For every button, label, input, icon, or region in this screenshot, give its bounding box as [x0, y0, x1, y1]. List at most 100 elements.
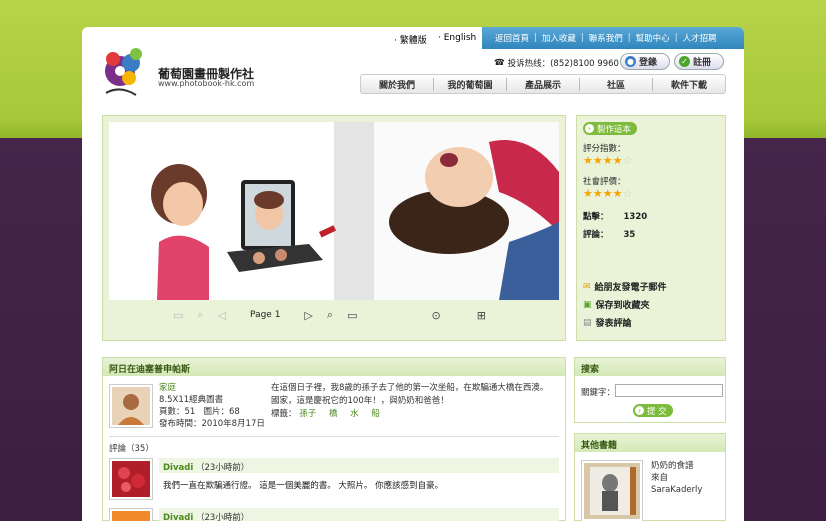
top-link-jobs[interactable]: 人才招聘 [678, 32, 722, 44]
lang-traditional[interactable]: 繁體版 [394, 33, 427, 46]
keyword-input[interactable] [615, 384, 723, 397]
tag-link[interactable]: 船 [371, 409, 380, 419]
top-link-home[interactable]: 返回首頁 [490, 32, 534, 44]
star-empty-icon: ☆ [622, 187, 633, 200]
top-link-contact[interactable]: 聯系我們 [584, 32, 628, 44]
arrow-icon: › [635, 406, 644, 415]
comment-text: 我們一直在欺騙通行證。 這是一個美麗的書。 大照片。 你應該感到自豪。 [163, 481, 444, 491]
top-link-favorite[interactable]: 加入收藏 [537, 32, 581, 44]
commenter-avatar[interactable] [109, 508, 153, 521]
arrow-icon: › [585, 124, 594, 133]
book-title[interactable]: 奶奶的食譜 [651, 460, 702, 472]
pager: ▭ ⌕ ◁ Page 1 ▷ ⌕ ▭ ⊙ ⊞ [173, 308, 486, 322]
book-author[interactable]: SaraKaderly [651, 484, 702, 496]
print-icon[interactable]: ▭ [173, 309, 183, 322]
clicks-value: 1320 [623, 212, 648, 222]
tags-label: 標籤： [271, 409, 297, 419]
divider [109, 436, 559, 437]
save-favorite-label: 保存到收藏夾 [595, 301, 650, 311]
hotline: ☎ 投诉热线：(852)8100 9960 [494, 57, 619, 69]
nav-about[interactable]: 關於我們 [361, 77, 434, 91]
comments-heading: 評論（35） [109, 444, 154, 454]
page-container: 繁體版 English 返回首頁| 加入收藏| 聯系我們| 幫助中心| 人才招聘… [82, 27, 744, 521]
book-from: 來自 [651, 473, 669, 483]
email-friend-label: 給朋友發電子郵件 [594, 283, 667, 293]
search-box: 搜索 關鍵字： › 提 交 [574, 357, 726, 423]
book-spread-image [109, 122, 559, 300]
email-friend-link[interactable]: ✉ 給朋友發電子郵件 [583, 280, 719, 294]
nav-products[interactable]: 產品展示 [507, 77, 580, 91]
book-viewer: ▭ ⌕ ◁ Page 1 ▷ ⌕ ▭ ⊙ ⊞ [102, 115, 566, 341]
next-page-icon[interactable]: ▷ [304, 309, 312, 322]
phone-icon: ☎ [494, 58, 505, 68]
rating-stars: ★★★★☆ [583, 154, 633, 167]
album-published: 發布時間：2010年8月17日 [159, 419, 265, 429]
envelope-icon: ✉ [583, 281, 591, 292]
post-comment-link[interactable]: ▤ 發表評論 [583, 316, 719, 330]
author-avatar[interactable] [109, 384, 153, 428]
comments-value: 35 [623, 230, 636, 240]
submit-label: 提 交 [647, 406, 667, 417]
community-label: 社會評價： [583, 177, 626, 187]
author-link[interactable]: 家庭 [159, 382, 265, 394]
play-icon[interactable]: ⊙ [431, 309, 440, 322]
album-photos: 圖片：68 [203, 407, 240, 417]
top-links: 返回首頁 | 加入收藏 | 聯系我們 | 幫助中心 | 人才招聘 [482, 27, 744, 49]
page-label: Page 1 [250, 310, 281, 320]
other-books: 其他書籍 奶奶的食譜 來自 SaraKaderly [574, 433, 726, 521]
login-label: 登錄 [639, 58, 658, 68]
comments-label: 評論： [583, 230, 609, 240]
make-this-label: 製作這本 [597, 124, 632, 135]
album-desc-line2: 國家，這是慶祝它的100年！，與奶奶和爸爸！ [271, 396, 449, 406]
comment-time: （23小時前） [195, 513, 250, 521]
lang-english[interactable]: English [438, 33, 477, 43]
top-link-help[interactable]: 幫助中心 [631, 32, 675, 44]
book-cover[interactable] [581, 460, 643, 521]
rating-label: 評分指數： [583, 144, 626, 154]
nav-download[interactable]: 軟件下載 [653, 78, 725, 91]
zoom-icon[interactable]: ⌕ [197, 308, 203, 322]
nav-my-vineyard[interactable]: 我的葡萄園 [434, 77, 507, 91]
register-label: 註冊 [693, 58, 712, 68]
clicks-row: 點擊： 1320 [583, 210, 719, 222]
grape-logo-icon[interactable] [100, 45, 152, 101]
album-desc-line1: 在這個日子裡，我8歲的孫子去了他的第一次坐船，在欺騙通大橋在西澳。 [271, 383, 549, 393]
comment-icon: ▤ [583, 317, 592, 328]
prev-page-icon[interactable]: ◁ [218, 309, 226, 322]
commenter-avatar[interactable] [109, 458, 153, 500]
album-description: 在這個日子裡，我8歲的孫子去了他的第一次坐船，在欺騙通大橋在西澳。 國家，這是慶… [271, 382, 561, 421]
community-stars: ★★★★☆ [583, 187, 633, 200]
print-icon-right[interactable]: ▭ [347, 309, 357, 322]
tag-link[interactable]: 孫子 [299, 409, 316, 419]
album-meta: 家庭 8.5X11經典圖書 頁數：51 圖片：68 發布時間：2010年8月17… [159, 382, 265, 430]
folder-icon: ▣ [583, 299, 592, 310]
make-this-button[interactable]: › 製作這本 [583, 122, 638, 135]
nav-community[interactable]: 社區 [580, 77, 653, 91]
comment-user-link[interactable]: Divadi [163, 513, 193, 521]
zoom-icon-right[interactable]: ⌕ [327, 308, 333, 322]
submit-button[interactable]: › 提 交 [633, 404, 673, 417]
album-title: 阿日在迪塞普申帕斯 [103, 358, 565, 376]
book-info: 奶奶的食譜 來自 SaraKaderly [651, 460, 702, 496]
register-button[interactable]: ✓ 註冊 [674, 53, 724, 70]
site-url: www.photobook-hk.com [158, 79, 255, 88]
album-spec: 8.5X11經典圖書 [159, 395, 224, 405]
save-favorite-link[interactable]: ▣ 保存到收藏夾 [583, 298, 719, 312]
comments-row: 評論： 35 [583, 228, 719, 240]
tag-link[interactable]: 橋 [329, 409, 338, 419]
album-details: 阿日在迪塞普申帕斯 家庭 8.5X11經典圖書 頁數：51 圖片：68 發布時間… [102, 357, 566, 521]
clicks-label: 點擊： [583, 212, 609, 222]
grid-icon[interactable]: ⊞ [477, 309, 486, 322]
hotline-text: 投诉热线：(852)8100 9960 [507, 59, 619, 69]
tag-link[interactable]: 水 [350, 409, 359, 419]
star-empty-icon: ☆ [622, 154, 633, 167]
search-title: 搜索 [575, 358, 725, 376]
check-icon: ✓ [679, 56, 690, 67]
login-button[interactable]: ● 登錄 [620, 53, 670, 70]
album-pages: 頁數：51 [159, 407, 196, 417]
other-books-title: 其他書籍 [575, 434, 725, 452]
comment-time: （23小時前） [195, 463, 250, 473]
album-tags: 標籤： 孫子 橋 水 船 [271, 408, 561, 421]
user-icon: ● [625, 56, 636, 67]
comment-user-link[interactable]: Divadi [163, 463, 193, 473]
